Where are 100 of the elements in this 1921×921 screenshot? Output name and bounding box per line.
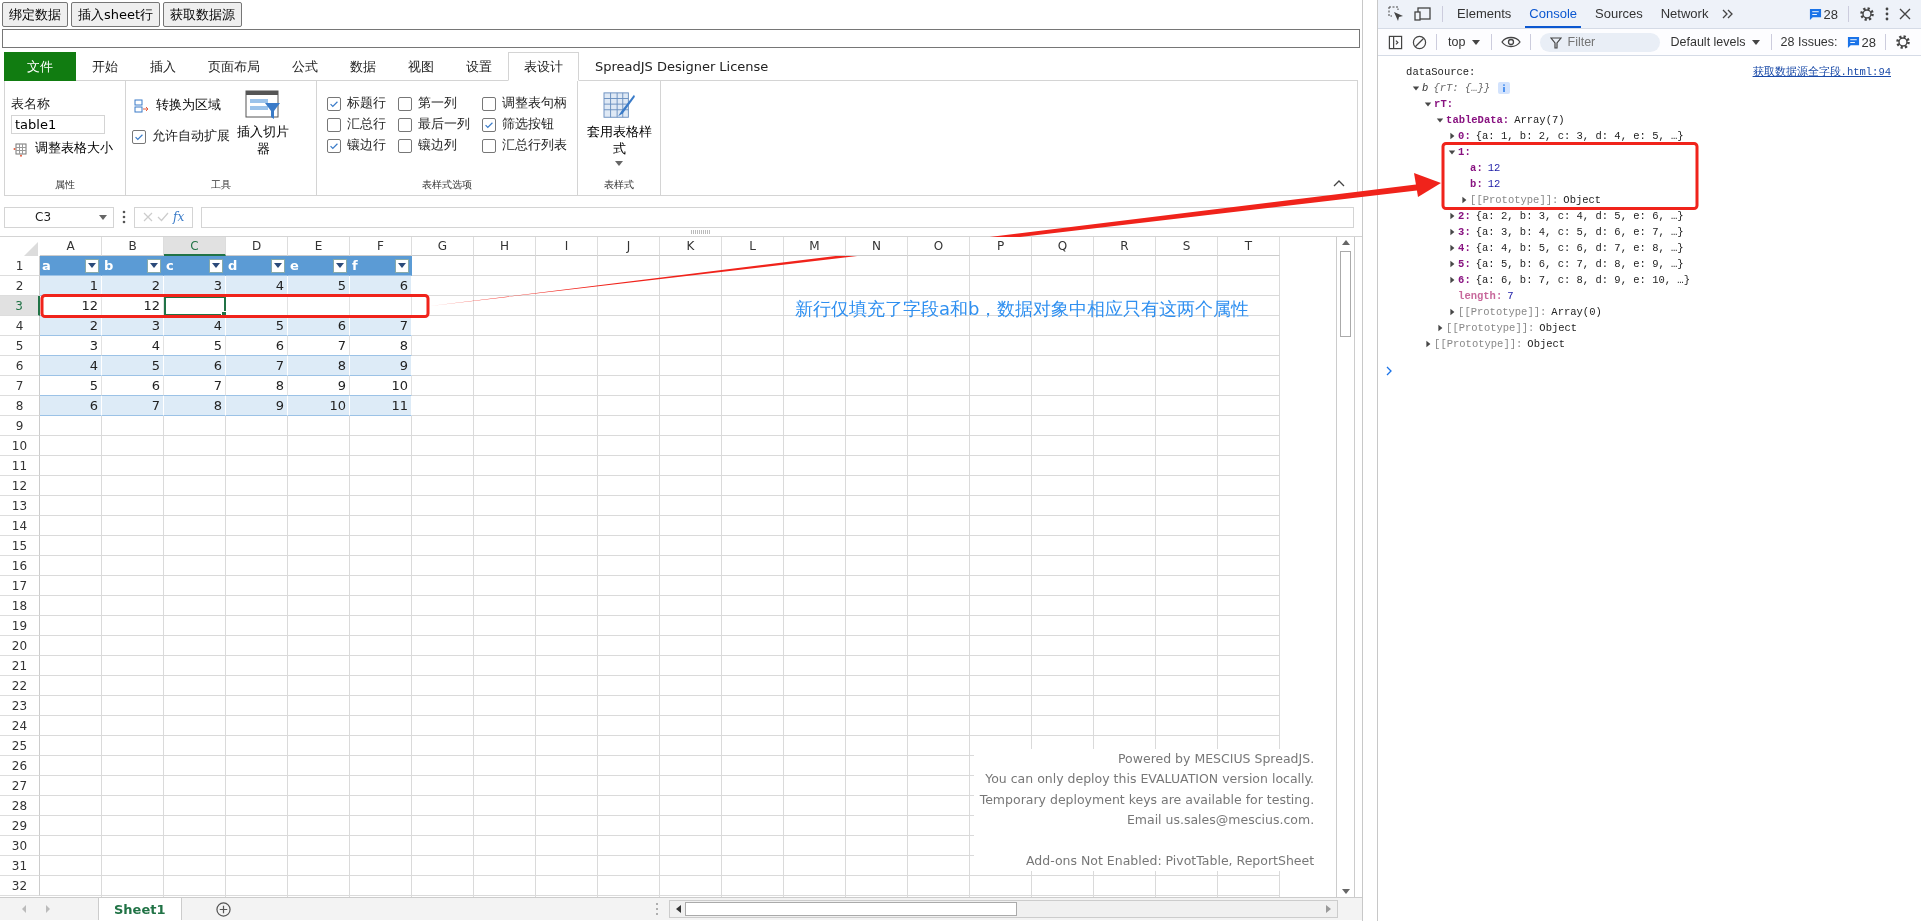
row-header[interactable]: 21 <box>0 656 40 676</box>
scroll-left-icon[interactable] <box>676 905 682 913</box>
row-header[interactable]: 30 <box>0 836 40 856</box>
ribbon-tab[interactable]: SpreadJS Designer License <box>579 52 785 81</box>
column-header[interactable]: E <box>288 237 350 256</box>
checkbox[interactable] <box>398 138 412 153</box>
row-header[interactable]: 8 <box>0 396 40 416</box>
collapsed-arrow-icon[interactable] <box>1448 260 1457 268</box>
checkbox[interactable] <box>327 96 341 111</box>
sidebar-icon[interactable] <box>1388 34 1404 50</box>
column-header[interactable]: A <box>40 237 102 256</box>
row-header[interactable]: 26 <box>0 756 40 776</box>
context-dropdown[interactable]: top <box>1446 35 1482 49</box>
expanded-arrow-icon[interactable] <box>1424 100 1433 108</box>
checkbox[interactable] <box>327 117 341 132</box>
device-toolbar-icon[interactable] <box>1414 6 1433 22</box>
filter-button[interactable] <box>271 258 285 273</box>
eye-icon[interactable] <box>1500 36 1521 48</box>
text-input[interactable] <box>2 29 1361 48</box>
filter-button[interactable] <box>333 258 347 273</box>
issues-badge[interactable]: 28 <box>1846 34 1876 50</box>
ribbon-tab[interactable]: 表设计 <box>508 52 579 81</box>
table-name-field[interactable]: table1 <box>11 115 105 134</box>
row-header[interactable]: 1 <box>0 256 40 276</box>
name-box[interactable]: C3 <box>4 206 114 228</box>
expanded-arrow-icon[interactable] <box>1448 148 1457 156</box>
row-header[interactable]: 13 <box>0 496 40 516</box>
collapsed-arrow-icon[interactable] <box>1424 340 1433 348</box>
collapsed-arrow-icon[interactable] <box>1436 324 1445 332</box>
checkbox[interactable] <box>482 138 496 153</box>
table-style-button[interactable]: 套用表格样式 <box>584 81 654 178</box>
close-icon[interactable] <box>1899 8 1911 20</box>
collapsed-arrow-icon[interactable] <box>1448 276 1457 284</box>
column-header[interactable]: M <box>784 237 846 256</box>
devtools-tab[interactable]: Sources <box>1591 0 1647 28</box>
scroll-up-icon[interactable] <box>1341 240 1350 245</box>
filter-field[interactable]: Filter <box>1539 32 1660 52</box>
checkbox[interactable] <box>482 117 496 132</box>
column-header[interactable]: B <box>102 237 164 256</box>
checkbox[interactable] <box>132 129 146 144</box>
expanded-arrow-icon[interactable] <box>1436 116 1445 124</box>
collapsed-arrow-icon[interactable] <box>1448 212 1457 220</box>
filter-button[interactable] <box>395 258 409 273</box>
ribbon-tab[interactable]: 页面布局 <box>192 52 276 81</box>
horizontal-scrollbar[interactable] <box>669 900 1339 918</box>
clear-console-icon[interactable] <box>1412 34 1428 50</box>
filter-button[interactable] <box>209 258 223 273</box>
row-header[interactable]: 6 <box>0 356 40 376</box>
row-header[interactable]: 11 <box>0 456 40 476</box>
column-header[interactable]: R <box>1094 237 1156 256</box>
source-link[interactable]: 获取数据源全字段.html:94 <box>1752 65 1891 79</box>
row-header[interactable]: 2 <box>0 276 40 296</box>
scrollbar-thumb[interactable] <box>1340 251 1352 337</box>
row-header[interactable]: 17 <box>0 576 40 596</box>
ribbon-tab[interactable]: 开始 <box>76 52 134 81</box>
devtools-tab[interactable]: Elements <box>1453 0 1516 28</box>
row-header[interactable]: 32 <box>0 876 40 896</box>
inspect-icon[interactable] <box>1388 6 1405 22</box>
menu-icon[interactable] <box>1885 7 1889 21</box>
column-header[interactable]: N <box>846 237 908 256</box>
column-header[interactable]: D <box>226 237 288 256</box>
settings-icon[interactable] <box>1859 6 1875 22</box>
column-header[interactable]: G <box>412 237 474 256</box>
row-header[interactable]: 20 <box>0 636 40 656</box>
messages-badge[interactable]: 28 <box>1808 6 1838 22</box>
toolbar-button[interactable]: 插入sheet行 <box>71 2 161 27</box>
row-header[interactable]: 18 <box>0 596 40 616</box>
devtools-tab[interactable]: Network <box>1656 0 1713 28</box>
row-header[interactable]: 5 <box>0 336 40 356</box>
row-header[interactable]: 4 <box>0 316 40 336</box>
row-header[interactable]: 14 <box>0 516 40 536</box>
prompt-icon[interactable] <box>1386 366 1393 376</box>
row-header[interactable]: 19 <box>0 616 40 636</box>
column-header[interactable]: O <box>908 237 970 256</box>
row-header[interactable]: 29 <box>0 816 40 836</box>
row-header[interactable]: 3 <box>0 296 40 316</box>
row-header[interactable]: 12 <box>0 476 40 496</box>
column-header[interactable]: F <box>350 237 412 256</box>
expanded-arrow-icon[interactable] <box>1412 84 1421 92</box>
scrollbar-thumb[interactable] <box>685 902 1018 916</box>
column-header[interactable]: L <box>722 237 784 256</box>
row-header[interactable]: 7 <box>0 376 40 396</box>
checkbox[interactable] <box>398 96 412 111</box>
collapsed-arrow-icon[interactable] <box>1448 228 1457 236</box>
collapsed-arrow-icon[interactable] <box>1460 196 1469 204</box>
row-header[interactable]: 23 <box>0 696 40 716</box>
collapse-icon[interactable] <box>1333 179 1346 187</box>
column-header[interactable]: C <box>164 237 226 256</box>
more-tabs-icon[interactable] <box>1722 9 1735 19</box>
ribbon-tab[interactable]: 插入 <box>134 52 192 81</box>
filter-button[interactable] <box>85 258 99 273</box>
ribbon-tab[interactable]: 文件 <box>4 52 76 81</box>
column-header[interactable]: J <box>598 237 660 256</box>
ribbon-tab[interactable]: 视图 <box>392 52 450 81</box>
column-header[interactable]: P <box>970 237 1032 256</box>
collapsed-arrow-icon[interactable] <box>1448 244 1457 252</box>
column-header[interactable]: K <box>660 237 722 256</box>
row-header[interactable]: 27 <box>0 776 40 796</box>
row-header[interactable]: 31 <box>0 856 40 876</box>
convert-to-range-button[interactable]: 转换为区域 <box>132 93 230 118</box>
